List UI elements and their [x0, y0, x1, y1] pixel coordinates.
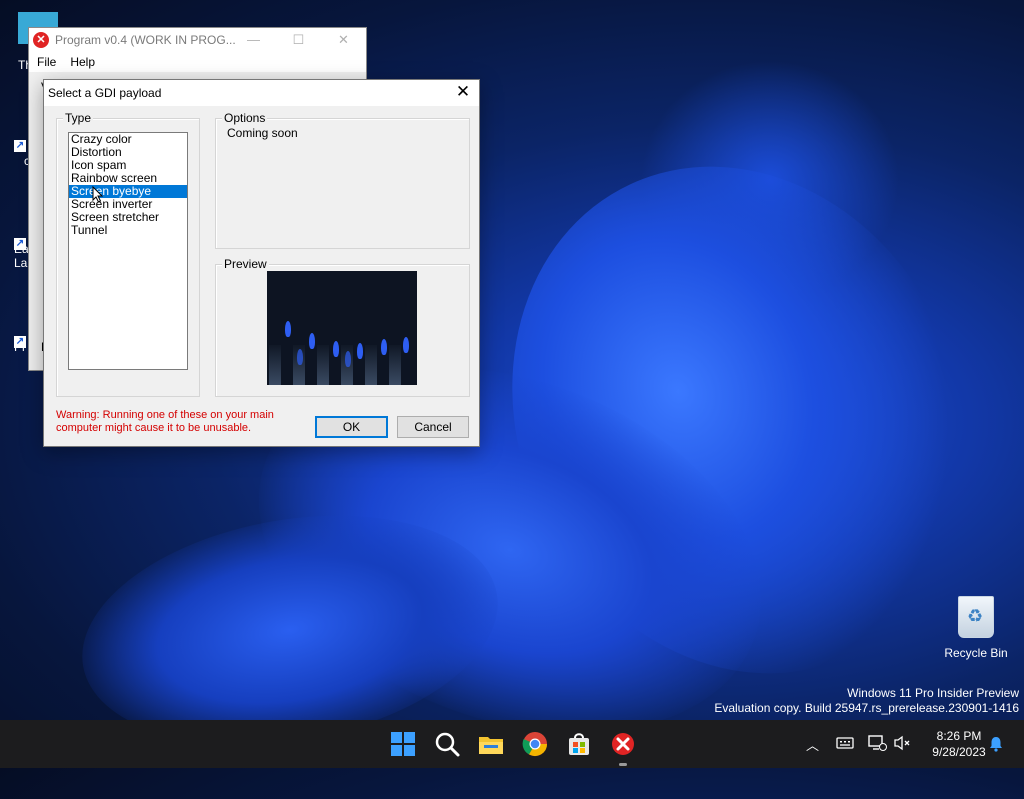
program-error-icon[interactable] [609, 730, 637, 758]
shortcut-arrow-icon: ↗ [14, 140, 26, 152]
dialog-titlebar[interactable]: Select a GDI payload ✕ [44, 80, 479, 106]
mouse-cursor-icon [92, 186, 104, 203]
store-icon[interactable] [565, 730, 593, 758]
warning-line: Warning: Running one of these on your ma… [56, 409, 274, 421]
desktop-icon-shortcut[interactable]: ↗ Ea La [14, 238, 29, 270]
options-group-label: Options [222, 111, 268, 125]
notification-bell-icon[interactable] [988, 736, 1004, 752]
search-icon[interactable] [433, 730, 461, 758]
clock-time[interactable]: 8:26 PM [924, 729, 994, 743]
error-app-icon: ✕ [33, 32, 49, 48]
chrome-icon[interactable] [521, 730, 549, 758]
volume-muted-icon[interactable] [893, 735, 911, 751]
ok-button[interactable]: OK [315, 416, 388, 438]
warning-line: computer might cause it to be unusable. [56, 422, 252, 434]
payload-type-list[interactable]: Crazy color Distortion Icon spam Rainbow… [68, 132, 188, 370]
desktop-icon-shortcut[interactable]: ↗ Pr [14, 336, 26, 354]
cancel-button[interactable]: Cancel [397, 416, 469, 438]
start-icon[interactable] [389, 730, 417, 758]
shortcut-arrow-icon: ↗ [14, 238, 26, 250]
active-app-indicator [619, 763, 627, 766]
network-icon[interactable] [867, 734, 887, 752]
desktop-icon-recycle-bin[interactable]: Recycle Bin [940, 596, 1012, 660]
gdi-payload-dialog[interactable]: Select a GDI payload ✕ Type Crazy color … [43, 79, 480, 447]
chevron-up-icon[interactable]: ︿ [806, 735, 819, 754]
preview-group-label: Preview [222, 257, 269, 271]
recycle-bin-icon [958, 596, 994, 638]
close-button[interactable]: ✕ [321, 28, 366, 52]
clock-date[interactable]: 9/28/2023 [924, 745, 994, 759]
type-group-label: Type [63, 111, 94, 125]
file-explorer-icon[interactable] [477, 730, 505, 758]
dialog-title: Select a GDI payload [48, 86, 162, 100]
program-menubar: File Help [29, 52, 366, 72]
watermark-line: Windows 11 Pro Insider Preview [847, 686, 1019, 700]
taskbar: ︿ 8:26 PM 9/28/2023 [0, 720, 1024, 768]
program-window-title: Program v0.4 (WORK IN PROG... [55, 33, 236, 47]
warning-text: Warning: Running one of these on your ma… [56, 409, 296, 435]
close-icon[interactable]: ✕ [453, 82, 473, 102]
options-text: Coming soon [227, 126, 298, 140]
payload-preview-image [267, 271, 417, 385]
program-window-titlebar[interactable]: ✕ Program v0.4 (WORK IN PROG... — ☐ ✕ [29, 28, 366, 52]
menu-help[interactable]: Help [70, 55, 95, 69]
watermark-line: Evaluation copy. Build 25947.rs_prerelea… [714, 701, 1019, 715]
minimize-button[interactable]: — [231, 28, 276, 52]
recycle-bin-label: Recycle Bin [944, 646, 1008, 660]
shortcut-arrow-icon: ↗ [14, 336, 26, 348]
list-item[interactable]: Tunnel [69, 224, 187, 237]
desktop-icon-label: La [14, 256, 28, 270]
maximize-button[interactable]: ☐ [276, 28, 321, 52]
keyboard-icon[interactable] [836, 736, 854, 750]
evaluation-watermark: Windows 11 Pro Insider Preview Evaluatio… [714, 686, 1019, 716]
menu-file[interactable]: File [37, 55, 56, 69]
